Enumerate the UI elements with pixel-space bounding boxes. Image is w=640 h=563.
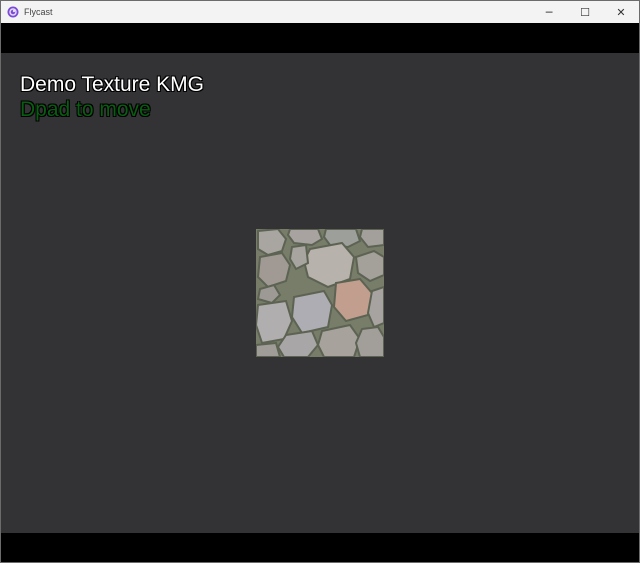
control-hint: Dpad to move xyxy=(20,98,151,121)
demo-title: Demo Texture KMG xyxy=(20,73,205,96)
window-title: Flycast xyxy=(24,7,53,17)
window-controls: ─ ☐ ✕ xyxy=(531,1,639,23)
cobblestone-texture xyxy=(254,227,385,358)
letterbox-top xyxy=(1,23,639,53)
flycast-logo-icon xyxy=(7,6,19,18)
close-icon: ✕ xyxy=(616,5,626,19)
minimize-button[interactable]: ─ xyxy=(531,1,567,23)
maximize-button[interactable]: ☐ xyxy=(567,1,603,23)
close-button[interactable]: ✕ xyxy=(603,1,639,23)
emulator-window: Flycast ─ ☐ ✕ Demo Texture KMG Dpad to m… xyxy=(0,0,640,563)
game-viewport[interactable]: Demo Texture KMG Dpad to move xyxy=(1,53,639,533)
minimize-icon: ─ xyxy=(545,5,553,19)
maximize-icon: ☐ xyxy=(580,5,590,19)
title-bar[interactable]: Flycast ─ ☐ ✕ xyxy=(1,1,639,23)
letterbox-bottom xyxy=(1,533,639,562)
